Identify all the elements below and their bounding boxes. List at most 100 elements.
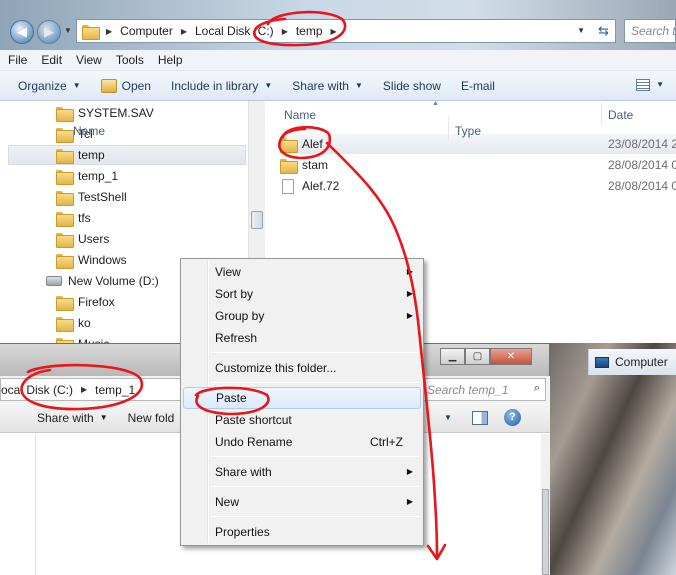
breadcrumb-temp[interactable]: temp: [296, 24, 323, 38]
breadcrumb-local-disk[interactable]: ocal Disk (C:): [1, 383, 73, 397]
column-divider[interactable]: [601, 103, 602, 125]
folder-icon: [56, 127, 74, 143]
share-label: Share with: [292, 78, 349, 93]
organize-button[interactable]: Organize ▼: [18, 79, 81, 93]
chevron-right-icon[interactable]: ▶: [282, 27, 288, 36]
menu-item-label: Undo Rename: [215, 435, 293, 449]
chevron-right-icon[interactable]: ▶: [331, 27, 337, 36]
folder-icon: [56, 232, 74, 248]
change-view-icon[interactable]: [636, 79, 650, 91]
refresh-icon[interactable]: ⇆: [598, 23, 609, 39]
tree-label: tfs: [78, 211, 91, 225]
chevron-right-icon[interactable]: ▶: [81, 385, 87, 394]
open-button[interactable]: Open: [100, 78, 151, 93]
menu-bar: File Edit View Tools Help: [0, 50, 676, 71]
tree-item-users[interactable]: Users: [56, 229, 109, 249]
breadcrumb-local-disk[interactable]: Local Disk (C:): [195, 24, 274, 38]
computer-shortcut[interactable]: Computer: [588, 349, 676, 375]
back-button[interactable]: ◀: [10, 20, 34, 44]
chevron-down-icon: ▼: [264, 81, 273, 90]
scrollbar[interactable]: [541, 434, 550, 575]
menu-edit[interactable]: Edit: [41, 53, 62, 67]
tree-item-firefox[interactable]: Firefox: [56, 292, 115, 312]
breadcrumb-temp-1[interactable]: temp_1: [95, 383, 135, 397]
breadcrumb-computer[interactable]: Computer: [120, 24, 173, 38]
menu-item-properties[interactable]: Properties: [183, 521, 421, 543]
column-divider[interactable]: [448, 116, 449, 142]
chevron-down-icon[interactable]: ▼: [656, 80, 664, 89]
menu-item-share-with[interactable]: Share with ▶: [183, 461, 421, 483]
menu-item-view[interactable]: View ▶: [183, 261, 421, 283]
tree-item-temp-1[interactable]: temp_1: [56, 166, 118, 186]
folder-icon: [56, 253, 74, 269]
sort-arrow-icon: ▲: [432, 100, 439, 107]
drive-icon: [46, 276, 62, 286]
email-button[interactable]: E-mail: [461, 79, 495, 93]
folder-icon: [280, 158, 298, 174]
open-label: Open: [121, 78, 151, 93]
column-header-name[interactable]: Name: [284, 108, 316, 122]
slide-show-button[interactable]: Slide show: [383, 79, 441, 93]
minimize-button[interactable]: ▁: [440, 348, 465, 365]
tree-item-temp[interactable]: temp: [8, 145, 246, 165]
tree-item-ko[interactable]: ko: [56, 313, 91, 333]
menu-file[interactable]: File: [8, 53, 27, 67]
chevron-right-icon[interactable]: ▶: [106, 27, 112, 36]
tree-label: temp: [78, 148, 105, 162]
chevron-right-icon[interactable]: ▶: [181, 27, 187, 36]
menu-item-sort-by[interactable]: Sort by ▶: [183, 283, 421, 305]
preview-pane-icon[interactable]: [471, 410, 488, 425]
search-icon[interactable]: ⌕: [534, 382, 540, 395]
tree-item-tfs[interactable]: tfs: [56, 208, 91, 228]
submenu-arrow-icon: ▶: [406, 467, 413, 476]
scrollbar-thumb[interactable]: [251, 211, 263, 229]
tree-item-new-volume[interactable]: New Volume (D:): [46, 271, 159, 291]
close-button[interactable]: ✕: [490, 348, 532, 365]
chevron-down-icon[interactable]: ▼: [444, 413, 452, 422]
menu-item-group-by[interactable]: Group by ▶: [183, 305, 421, 327]
recent-pages-dropdown[interactable]: ▼: [64, 26, 72, 35]
context-menu: View ▶ Sort by ▶ Group by ▶ Refresh Customi…: [180, 258, 424, 546]
folder-icon: [56, 148, 74, 164]
menu-item-label: Sort by: [215, 287, 254, 301]
menu-item-paste-shortcut[interactable]: Paste shortcut: [183, 409, 421, 431]
menu-view[interactable]: View: [76, 53, 102, 67]
tree-label: SYSTEM.SAV: [78, 106, 154, 120]
search-input[interactable]: Search te: [624, 19, 676, 43]
address-dropdown-icon[interactable]: ▼: [577, 26, 585, 35]
file-row-stam[interactable]: stam 28/08/2014 0: [280, 155, 676, 175]
column-header-date[interactable]: Date: [608, 108, 633, 122]
menu-item-new[interactable]: New ▶: [183, 491, 421, 513]
menu-item-undo-rename[interactable]: Undo Rename Ctrl+Z: [183, 431, 421, 453]
column-header-type[interactable]: Type: [455, 124, 481, 138]
include-in-library-button[interactable]: Include in library ▼: [171, 79, 272, 93]
tree-item-windows[interactable]: Windows: [56, 250, 127, 270]
menu-separator: [211, 516, 419, 517]
tree-item-system-sav[interactable]: SYSTEM.SAV: [56, 103, 154, 123]
navigation-pane: [0, 434, 36, 575]
command-bar: Organize ▼ Open Include in library ▼ Share…: [0, 71, 676, 101]
address-bar[interactable]: ▶ Computer ▶ Local Disk (C:) ▶ temp ▶ ▼ …: [76, 19, 616, 43]
scrollbar-thumb[interactable]: [542, 489, 549, 575]
forward-button[interactable]: ▶: [37, 20, 61, 44]
menu-item-paste[interactable]: Paste: [183, 387, 421, 409]
menu-tools[interactable]: Tools: [116, 53, 144, 67]
share-with-button[interactable]: Share with ▼: [37, 411, 108, 425]
column-header-name[interactable]: Name: [73, 124, 105, 138]
menu-item-refresh[interactable]: Refresh: [183, 327, 421, 349]
menu-item-label: Share with: [215, 465, 272, 479]
chevron-down-icon: ▼: [99, 413, 108, 422]
search-input[interactable]: Search temp_1 ⌕: [420, 378, 546, 401]
tree-label: Users: [78, 232, 110, 246]
maximize-button[interactable]: ▢: [465, 348, 490, 365]
file-date: 28/08/2014 0: [608, 158, 676, 172]
submenu-arrow-icon: ▶: [406, 497, 413, 506]
menu-item-customize-folder[interactable]: Customize this folder...: [183, 357, 421, 379]
help-icon[interactable]: ?: [503, 409, 521, 426]
new-folder-button[interactable]: New fold: [128, 411, 175, 425]
file-row-alef-72[interactable]: Alef.72 28/08/2014 0: [280, 176, 676, 196]
tree-item-testshell[interactable]: TestShell: [56, 187, 127, 207]
computer-icon: [595, 356, 609, 368]
menu-help[interactable]: Help: [158, 53, 183, 67]
share-with-button[interactable]: Share with ▼: [292, 79, 363, 93]
